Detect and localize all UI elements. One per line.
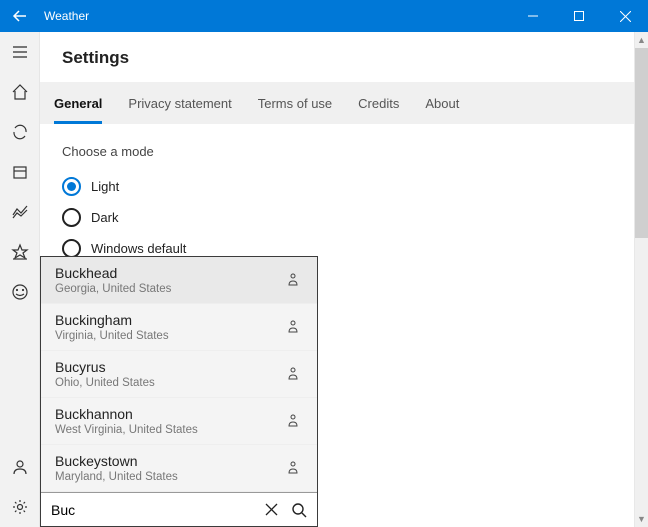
search-suggestions-popup: Buckhead Georgia, United States Buckingh… xyxy=(40,256,318,527)
window-controls xyxy=(510,0,648,32)
daily-icon[interactable] xyxy=(0,152,40,192)
suggestion-region: Maryland, United States xyxy=(55,471,285,483)
hourly-icon[interactable] xyxy=(0,112,40,152)
suggestion-item[interactable]: Bucyrus Ohio, United States xyxy=(41,351,317,398)
tab-privacy[interactable]: Privacy statement xyxy=(128,82,231,124)
search-bar xyxy=(41,492,317,526)
suggestion-item[interactable]: Buckingham Virginia, United States xyxy=(41,304,317,351)
location-pin-icon xyxy=(285,459,305,478)
suggestion-item[interactable]: Buckeystown Maryland, United States xyxy=(41,445,317,492)
close-button[interactable] xyxy=(602,0,648,32)
suggestion-item[interactable]: Buckhannon West Virginia, United States xyxy=(41,398,317,445)
clear-icon[interactable] xyxy=(257,496,285,524)
app-title: Weather xyxy=(40,9,510,23)
radio-label: Dark xyxy=(91,210,118,225)
account-icon[interactable] xyxy=(0,447,40,487)
location-pin-icon xyxy=(285,412,305,431)
suggestion-region: Georgia, United States xyxy=(55,283,285,295)
search-icon[interactable] xyxy=(285,496,313,524)
tab-general[interactable]: General xyxy=(54,82,102,124)
suggestion-city: Bucyrus xyxy=(55,359,285,375)
scroll-down-arrow[interactable]: ▼ xyxy=(635,511,648,527)
suggestion-region: Virginia, United States xyxy=(55,330,285,342)
chart-icon[interactable] xyxy=(0,192,40,232)
titlebar: Weather xyxy=(0,0,648,32)
settings-icon[interactable] xyxy=(0,487,40,527)
suggestion-region: Ohio, United States xyxy=(55,377,285,389)
radio-light[interactable]: Light xyxy=(62,177,626,196)
suggestion-item[interactable]: Buckhead Georgia, United States xyxy=(41,257,317,304)
radio-dark[interactable]: Dark xyxy=(62,208,626,227)
page-title: Settings xyxy=(62,48,626,68)
suggestion-city: Buckeystown xyxy=(55,453,285,469)
scroll-up-arrow[interactable]: ▲ xyxy=(635,32,648,48)
back-button[interactable] xyxy=(0,0,40,32)
radio-label: Light xyxy=(91,179,119,194)
favorites-icon[interactable] xyxy=(0,232,40,272)
radio-label: Windows default xyxy=(91,241,186,256)
suggestion-city: Buckhannon xyxy=(55,406,285,422)
scroll-thumb[interactable] xyxy=(635,48,648,238)
location-pin-icon xyxy=(285,271,305,290)
suggestion-list: Buckhead Georgia, United States Buckingh… xyxy=(41,257,317,492)
tab-credits[interactable]: Credits xyxy=(358,82,399,124)
vertical-scrollbar[interactable]: ▲ ▼ xyxy=(634,32,648,527)
maximize-button[interactable] xyxy=(556,0,602,32)
hamburger-button[interactable] xyxy=(0,32,40,72)
nav-rail xyxy=(0,32,40,527)
radio-indicator xyxy=(62,177,81,196)
tab-about[interactable]: About xyxy=(425,82,459,124)
suggestion-city: Buckingham xyxy=(55,312,285,328)
search-input[interactable] xyxy=(51,502,257,518)
tab-terms[interactable]: Terms of use xyxy=(258,82,332,124)
home-icon[interactable] xyxy=(0,72,40,112)
location-pin-icon xyxy=(285,365,305,384)
suggestion-region: West Virginia, United States xyxy=(55,424,285,436)
tabs-bar: General Privacy statement Terms of use C… xyxy=(40,82,648,124)
suggestion-city: Buckhead xyxy=(55,265,285,281)
feedback-icon[interactable] xyxy=(0,272,40,312)
radio-indicator xyxy=(62,208,81,227)
minimize-button[interactable] xyxy=(510,0,556,32)
mode-heading: Choose a mode xyxy=(62,144,626,159)
location-pin-icon xyxy=(285,318,305,337)
